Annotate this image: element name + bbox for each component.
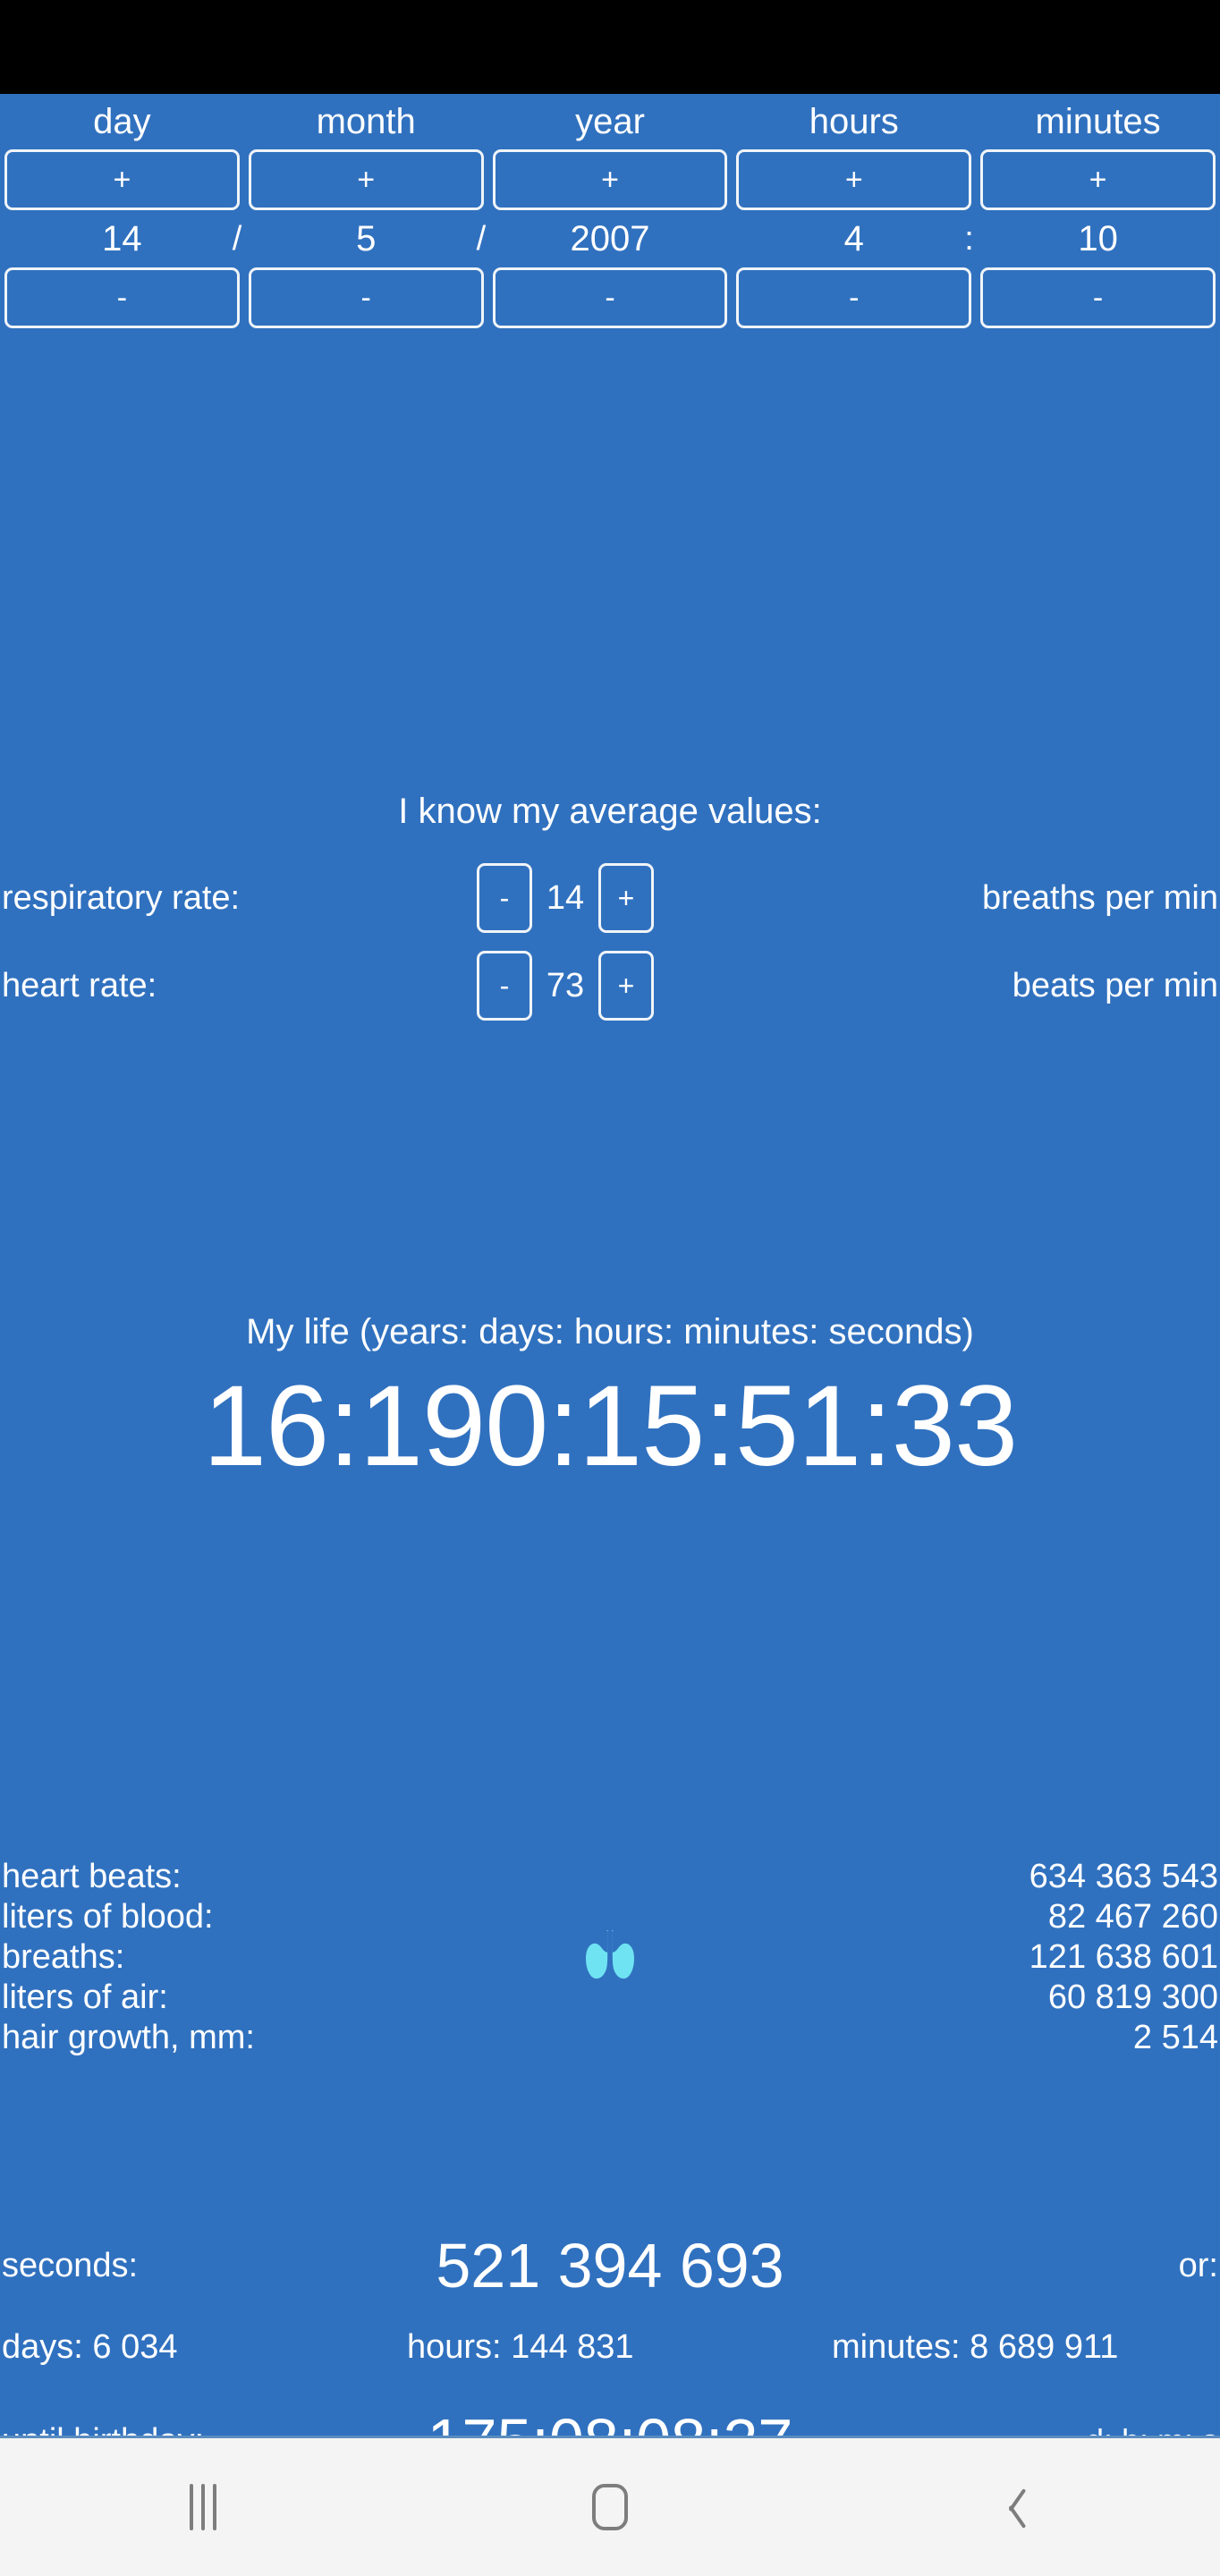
picker-label-month: month — [316, 102, 416, 141]
picker-value-month-text: 5 — [356, 219, 377, 258]
picker-cell-year-dec: - — [488, 267, 733, 328]
picker-label-day: day — [93, 102, 151, 141]
picker-value-minutes: : 10 — [964, 210, 1220, 267]
seconds-value: 521 394 693 — [436, 2231, 784, 2301]
month-increment-button[interactable]: + — [248, 149, 484, 210]
life-title: My life (years: days: hours: minutes: se… — [246, 1312, 974, 1352]
minutes-increment-button[interactable]: + — [980, 149, 1216, 210]
respiratory-rate-increment-button[interactable]: + — [598, 863, 654, 933]
respiratory-rate-stepper: - 14 + — [477, 861, 745, 935]
picker-value-row: 14 / 5 / 2007 4 : 10 — [0, 210, 1220, 267]
averages-title: I know my average values: — [398, 792, 822, 831]
time-separator-1: : — [964, 220, 974, 258]
picker-cell-day-inc: + — [0, 149, 244, 210]
seconds-row: seconds: 521 394 693 or: — [0, 2224, 1220, 2307]
hours-decrement-button[interactable]: - — [736, 267, 972, 328]
day-increment-button[interactable]: + — [4, 149, 240, 210]
picker-cell-minutes-dec: - — [976, 267, 1220, 328]
year-decrement-button[interactable]: - — [492, 267, 728, 328]
picker-label-hours: hours — [809, 102, 899, 141]
respiratory-rate-row: respiratory rate: - 14 + breaths per min — [0, 861, 1220, 935]
minutes-decrement-button[interactable]: - — [980, 267, 1216, 328]
app-screen: day month year hours minutes + + + + + 1… — [0, 94, 1220, 2476]
day-decrement-button[interactable]: - — [4, 267, 240, 328]
picker-label-year: year — [575, 102, 645, 141]
respiratory-rate-value: 14 — [546, 878, 585, 917]
picker-cell-day-dec: - — [0, 267, 244, 328]
stat-row-hair-growth: hair growth, mm: 2 514 — [0, 2012, 1220, 2063]
heart-rate-increment-button[interactable]: + — [598, 951, 654, 1021]
breakdown-days: days: 6 034 — [2, 2328, 178, 2366]
picker-decrement-row: - - - - - — [0, 267, 1220, 328]
picker-cell-year-inc: + — [488, 149, 733, 210]
hours-increment-button[interactable]: + — [736, 149, 972, 210]
picker-value-hours: 4 — [843, 219, 864, 258]
breakdown-minutes: minutes: 8 689 911 — [832, 2328, 1119, 2366]
back-chevron-icon — [1004, 2485, 1029, 2529]
home-button[interactable] — [407, 2438, 814, 2576]
home-icon — [592, 2484, 628, 2530]
heart-rate-decrement-button[interactable]: - — [477, 951, 532, 1021]
respiratory-rate-unit: breaths per min — [981, 879, 1218, 917]
picker-value-year-text: 2007 — [570, 219, 650, 258]
heart-rate-stepper: - 73 + — [477, 949, 745, 1022]
datetime-picker: day month year hours minutes + + + + + 1… — [0, 94, 1220, 328]
picker-value-day: 14 — [102, 219, 142, 258]
status-bar — [0, 0, 1220, 94]
app-root: day month year hours minutes + + + + + 1… — [0, 0, 1220, 2576]
picker-label-row: day month year hours minutes — [0, 94, 1220, 149]
year-increment-button[interactable]: + — [492, 149, 728, 210]
picker-cell-minutes-inc: + — [976, 149, 1220, 210]
heart-rate-row: heart rate: - 73 + beats per min — [0, 949, 1220, 1022]
picker-cell-hours-dec: - — [732, 267, 976, 328]
breakdown-hours: hours: 144 831 — [407, 2328, 634, 2366]
life-timer: 16:190:15:51:33 — [202, 1362, 1018, 1490]
heart-rate-value: 73 — [546, 966, 585, 1004]
recent-apps-button[interactable] — [0, 2438, 407, 2576]
respiratory-rate-decrement-button[interactable]: - — [477, 863, 532, 933]
month-decrement-button[interactable]: - — [248, 267, 484, 328]
android-navigation-bar — [0, 2438, 1220, 2576]
picker-cell-month-inc: + — [244, 149, 488, 210]
date-separator-1: / — [232, 220, 242, 258]
picker-cell-hours-inc: + — [732, 149, 976, 210]
heart-rate-unit: beats per min — [1012, 967, 1218, 1004]
back-button[interactable] — [813, 2438, 1220, 2576]
date-separator-2: / — [476, 220, 487, 258]
hair-growth-value: 2 514 — [1132, 2019, 1218, 2056]
seconds-or-label: or: — [1178, 2247, 1218, 2284]
heart-rate-label: heart rate: — [2, 967, 157, 1004]
picker-value-year: / 2007 — [477, 210, 733, 267]
picker-value-minutes-text: 10 — [1078, 219, 1118, 258]
picker-label-minutes: minutes — [1035, 102, 1161, 141]
hair-growth-label: hair growth, mm: — [2, 2019, 255, 2056]
respiratory-rate-label: respiratory rate: — [2, 879, 241, 917]
picker-increment-row: + + + + + — [0, 149, 1220, 210]
picker-cell-month-dec: - — [244, 267, 488, 328]
recent-apps-icon — [190, 2484, 217, 2530]
time-breakdown-row: days: 6 034 hours: 144 831 minutes: 8 68… — [0, 2321, 1220, 2373]
picker-value-month: / 5 — [233, 210, 488, 267]
